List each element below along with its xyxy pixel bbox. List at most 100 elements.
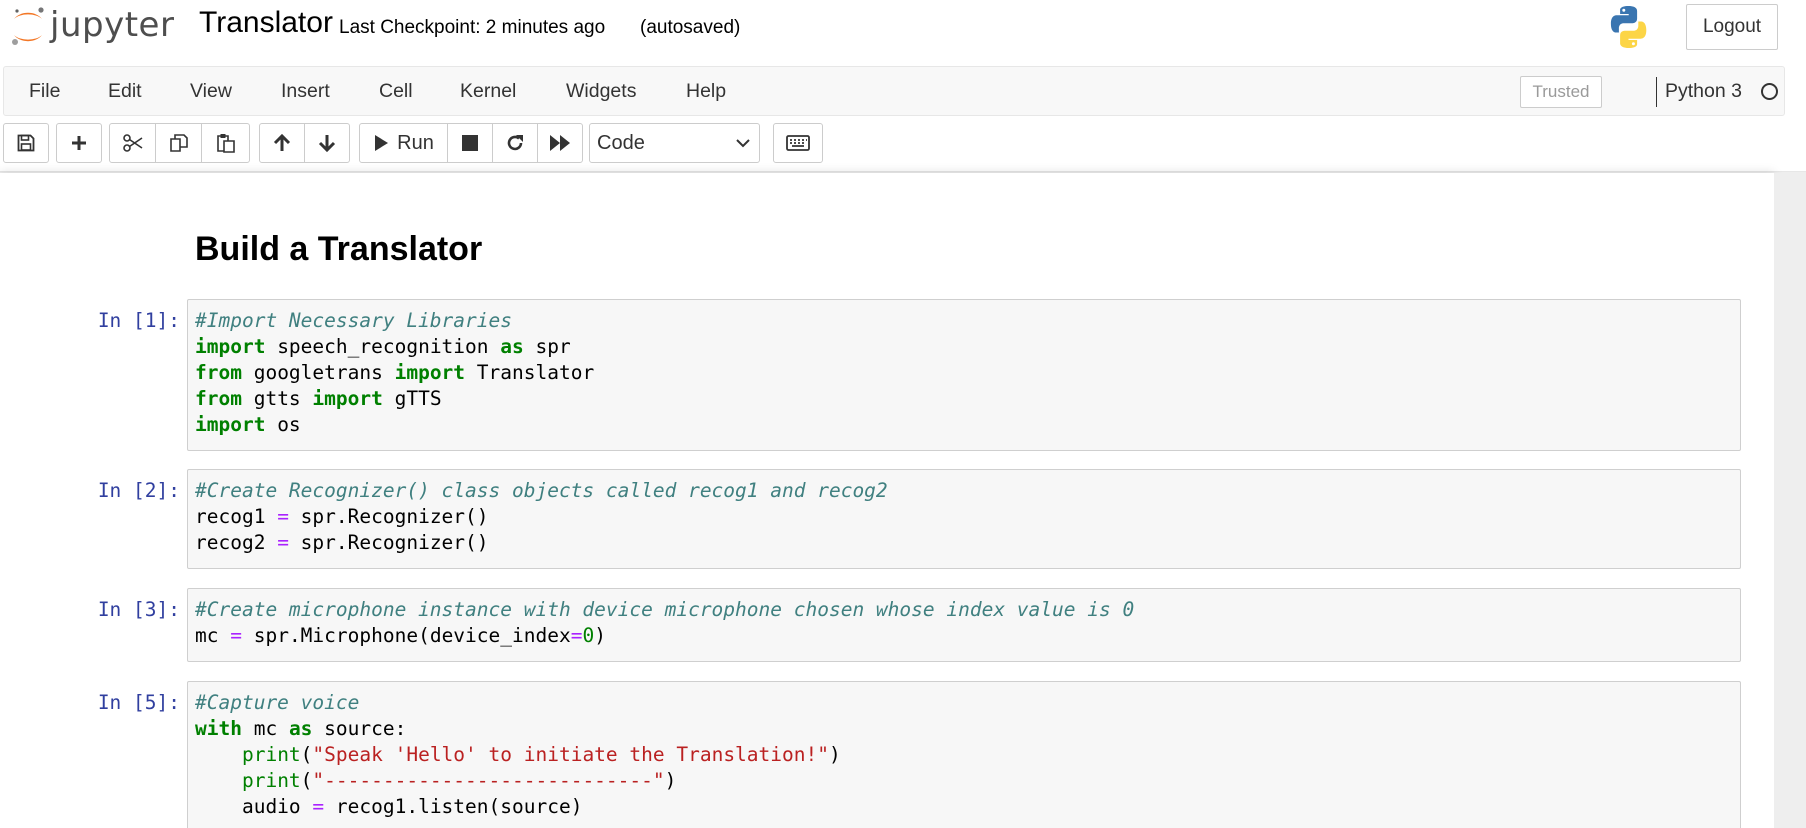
code-token: ( [300, 769, 313, 792]
menu-insert[interactable]: Insert [281, 80, 330, 103]
last-checkpoint: Last Checkpoint: 2 minutes ago [339, 17, 606, 38]
code-line: from gtts import gTTS [195, 386, 594, 412]
restart-kernel-button[interactable] [492, 123, 538, 163]
code-token: ( [300, 743, 313, 766]
cut-button[interactable] [109, 123, 156, 163]
code-cell[interactable]: #Create Recognizer() class objects calle… [187, 469, 1741, 569]
play-icon [375, 135, 389, 151]
markdown-heading[interactable]: Build a Translator [195, 230, 482, 269]
kernel-idle-icon [1761, 83, 1778, 100]
header: jupyter Translator Last Checkpoint: 2 mi… [0, 0, 1806, 172]
menu-view[interactable]: View [190, 80, 232, 103]
code-editor[interactable]: #Create microphone instance with device … [195, 597, 1134, 649]
menu-help[interactable]: Help [686, 80, 726, 103]
code-cell[interactable]: #Capture voice with mc as source: print("… [187, 681, 1741, 828]
menu-file[interactable]: File [29, 80, 60, 103]
fast-forward-icon [550, 135, 570, 151]
code-token: spr.Microphone(device_index [241, 624, 571, 647]
copy-icon [169, 134, 188, 152]
code-token: #Import Necessary Libraries [195, 309, 512, 332]
code-line: mc = spr.Microphone(device_index=0) [195, 623, 1134, 649]
code-token: speech_recognition [265, 335, 501, 358]
menu-kernel[interactable]: Kernel [460, 80, 516, 103]
run-button[interactable]: Run [359, 123, 448, 163]
menu-edit[interactable]: Edit [108, 80, 142, 103]
code-token: import [312, 387, 383, 410]
code-token: spr [523, 335, 571, 358]
code-token: = [570, 624, 583, 647]
keyboard-icon [786, 135, 810, 151]
code-token: Translator [465, 361, 595, 384]
code-token: #Create Recognizer() class objects calle… [195, 479, 888, 502]
code-token: as [288, 717, 313, 740]
jupyter-logo-text: jupyter [50, 5, 175, 45]
code-token: recog2 [195, 531, 278, 554]
logout-button[interactable]: Logout [1686, 4, 1778, 50]
code-editor[interactable]: #Create Recognizer() class objects calle… [195, 478, 888, 556]
command-palette-button[interactable] [773, 123, 823, 163]
cell-prompt: In [3]: [97, 598, 180, 621]
code-line: with mc as source: [195, 716, 841, 742]
code-line: from googletrans import Translator [195, 360, 594, 386]
code-token: "Speak 'Hello' to initiate the Translati… [312, 743, 829, 766]
code-line: recog2 = spr.Recognizer() [195, 530, 888, 556]
code-token: import [195, 335, 266, 358]
code-token: ) [594, 624, 606, 647]
code-line: import os [195, 412, 594, 438]
python-logo-icon [1606, 4, 1652, 55]
interrupt-kernel-button[interactable] [447, 123, 493, 163]
code-token: "----------------------------" [312, 769, 665, 792]
stop-icon [462, 135, 478, 151]
code-token: from [195, 387, 242, 410]
code-token: source: [312, 717, 407, 740]
arrow-up-icon [273, 133, 291, 151]
code-line: #Import Necessary Libraries [195, 308, 594, 334]
cell-type-select[interactable]: Code [589, 123, 760, 163]
menu-widgets[interactable]: Widgets [566, 80, 636, 103]
copy-button[interactable] [155, 123, 202, 163]
code-line: print("Speak 'Hello' to initiate the Tra… [195, 742, 841, 768]
code-token: with [195, 717, 242, 740]
restart-run-all-button[interactable] [537, 123, 583, 163]
kernel-separator [1656, 77, 1657, 107]
autosave-status: (autosaved) [640, 17, 741, 38]
notebook-container: Build a Translator In [1]: #Import Neces… [0, 173, 1806, 828]
jupyter-orbit-icon [12, 7, 44, 45]
insert-cell-button[interactable] [56, 123, 102, 163]
code-editor[interactable]: #Capture voice with mc as source: print("… [195, 690, 841, 820]
save-button[interactable] [3, 123, 49, 163]
code-token: = [277, 531, 289, 554]
code-token: spr.Recognizer() [288, 531, 489, 554]
run-label: Run [397, 131, 434, 154]
move-up-button[interactable] [259, 123, 305, 163]
notebook-title[interactable]: Translator [199, 6, 333, 40]
paste-icon [216, 134, 235, 153]
code-token: googletrans [241, 361, 395, 384]
move-down-button[interactable] [304, 123, 350, 163]
jupyter-logo[interactable]: jupyter [10, 4, 174, 50]
code-line: recog1 = spr.Recognizer() [195, 504, 888, 530]
kernel-name[interactable]: Python 3 [1665, 80, 1742, 103]
code-line: audio = recog1.listen(source) [195, 794, 841, 820]
chevron-down-icon [736, 139, 750, 148]
code-line: #Capture voice [195, 690, 841, 716]
code-token: #Capture voice [195, 691, 360, 714]
plus-icon [72, 136, 86, 150]
code-token: 0 [582, 624, 595, 647]
notebook-page: Build a Translator In [1]: #Import Neces… [0, 173, 1774, 828]
code-token: mc [195, 624, 231, 647]
scrollbar[interactable] [1774, 173, 1806, 828]
menu-cell[interactable]: Cell [379, 80, 413, 103]
code-token: from [195, 361, 242, 384]
code-cell[interactable]: #Import Necessary Libraries import speech… [187, 299, 1741, 451]
code-cell[interactable]: #Create microphone instance with device … [187, 588, 1741, 662]
code-token: ) [828, 743, 841, 766]
code-token: recog1 [195, 505, 278, 528]
code-editor[interactable]: #Import Necessary Libraries import speech… [195, 308, 594, 438]
code-token: recog1.listen(source) [324, 795, 583, 818]
trusted-indicator[interactable]: Trusted [1520, 76, 1602, 108]
paste-button[interactable] [201, 123, 250, 163]
code-token: ) [664, 769, 677, 792]
